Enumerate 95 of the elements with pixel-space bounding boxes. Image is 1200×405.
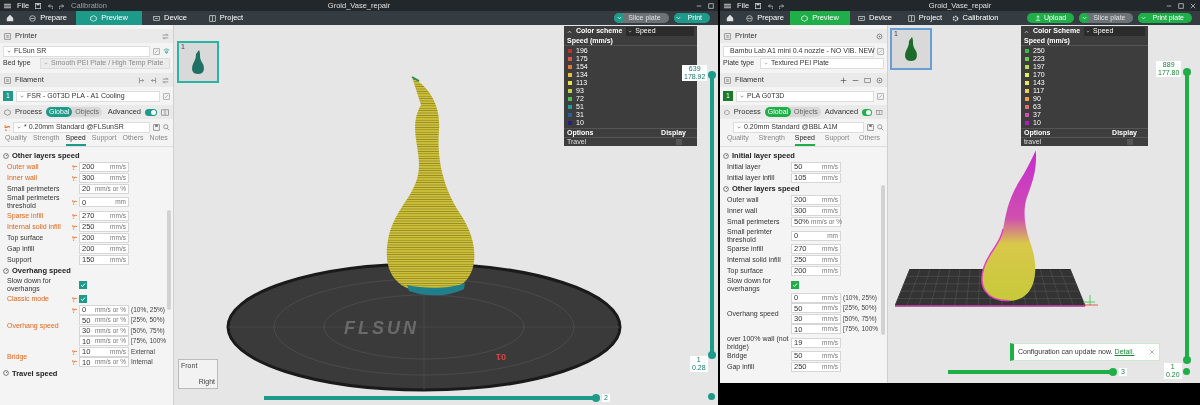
add-icon[interactable] [840, 76, 847, 84]
reset-icon[interactable] [71, 295, 77, 302]
reset-icon[interactable] [71, 174, 77, 181]
search-icon[interactable] [163, 123, 170, 131]
edit-icon[interactable] [163, 92, 170, 100]
compare-icon[interactable] [876, 108, 883, 116]
scrollbar[interactable] [167, 210, 171, 310]
scrollbar[interactable] [881, 185, 885, 335]
slider-handle[interactable] [708, 71, 716, 79]
caret-icon [616, 16, 622, 20]
reset-icon[interactable] [71, 163, 77, 170]
maximize-icon[interactable] [1178, 2, 1184, 9]
caret-icon [676, 16, 682, 20]
tab-icon [153, 14, 161, 22]
tab-icon [29, 14, 37, 22]
checkbox[interactable] [79, 280, 87, 289]
slider-handle[interactable] [708, 351, 716, 359]
sync-icon[interactable] [864, 76, 871, 84]
search-icon[interactable] [877, 123, 884, 131]
swap-icon[interactable] [162, 76, 169, 84]
tab-icon [90, 14, 98, 22]
pear-icon [904, 36, 918, 62]
menu-icon[interactable] [4, 2, 11, 9]
reset-icon[interactable] [71, 234, 77, 241]
gauge-icon [3, 152, 9, 159]
gauge-icon [3, 267, 9, 274]
upload-icon [1035, 15, 1041, 21]
pear-icon [191, 49, 205, 75]
reset-icon[interactable] [71, 359, 77, 366]
caret-icon [17, 125, 21, 129]
plate-number-label: 01 [496, 350, 506, 363]
checkbox[interactable] [791, 280, 799, 289]
section-icon [724, 32, 731, 40]
caret-icon [1140, 16, 1146, 20]
reset-icon[interactable] [3, 123, 10, 131]
tab-icon [801, 14, 809, 22]
advanced-switch[interactable] [862, 108, 873, 116]
caret-icon [737, 125, 741, 129]
collapse-icon[interactable] [1024, 29, 1029, 34]
menu-icon[interactable] [724, 2, 731, 9]
check-icon [792, 281, 798, 288]
undo-icon[interactable] [767, 2, 774, 9]
caret-icon [764, 61, 768, 65]
redo-icon[interactable] [59, 2, 66, 9]
home-icon [6, 14, 14, 22]
reset-icon[interactable] [71, 306, 77, 313]
edit-icon[interactable] [153, 47, 160, 55]
collapse-icon[interactable] [567, 29, 572, 34]
save-icon[interactable] [35, 2, 42, 9]
close-icon[interactable] [1190, 2, 1196, 9]
process-icon [4, 108, 11, 116]
checkbox[interactable] [79, 294, 87, 303]
export-icon[interactable] [150, 76, 157, 84]
section-icon [4, 76, 11, 84]
undo-icon[interactable] [47, 2, 54, 9]
tab-icon [907, 14, 915, 22]
slider-handle[interactable] [1183, 356, 1191, 364]
gauge-icon [3, 370, 9, 377]
view-settings-button[interactable] [708, 393, 715, 400]
compare-icon[interactable] [161, 108, 169, 116]
slider-handle[interactable] [1109, 368, 1117, 376]
slider-handle[interactable] [1183, 68, 1191, 76]
reset-icon[interactable] [71, 348, 77, 355]
reset-icon[interactable] [71, 199, 77, 206]
redo-icon[interactable] [779, 2, 786, 9]
edit-icon[interactable] [877, 47, 884, 55]
view-settings-button[interactable] [1183, 368, 1190, 375]
save-icon[interactable] [755, 2, 762, 9]
edit-icon[interactable] [877, 92, 884, 100]
tab-icon [208, 14, 216, 22]
process-icon [724, 108, 730, 116]
caret-icon [7, 49, 11, 53]
home-icon [726, 14, 734, 22]
import-icon[interactable] [138, 76, 145, 84]
tab-icon [951, 14, 959, 22]
advanced-switch[interactable] [145, 108, 157, 116]
reset-icon[interactable] [71, 223, 77, 230]
wifi-icon [163, 47, 170, 55]
reset-icon[interactable] [71, 212, 77, 219]
caret-icon [1081, 16, 1087, 20]
checkbox[interactable] [1127, 139, 1133, 145]
gauge-icon [723, 152, 729, 159]
caret-icon [20, 94, 24, 98]
section-icon [724, 76, 731, 84]
gauge-icon [723, 185, 729, 192]
checkbox[interactable] [676, 139, 682, 145]
minimize-icon[interactable] [1166, 2, 1172, 9]
maximize-icon[interactable] [708, 2, 714, 9]
section-icon [4, 32, 11, 40]
slider-handle[interactable] [592, 394, 600, 402]
caret-icon [44, 61, 48, 65]
minimize-icon[interactable] [696, 2, 702, 9]
tab-icon [858, 14, 866, 22]
caret-icon [740, 94, 744, 98]
tab-icon [746, 14, 754, 22]
